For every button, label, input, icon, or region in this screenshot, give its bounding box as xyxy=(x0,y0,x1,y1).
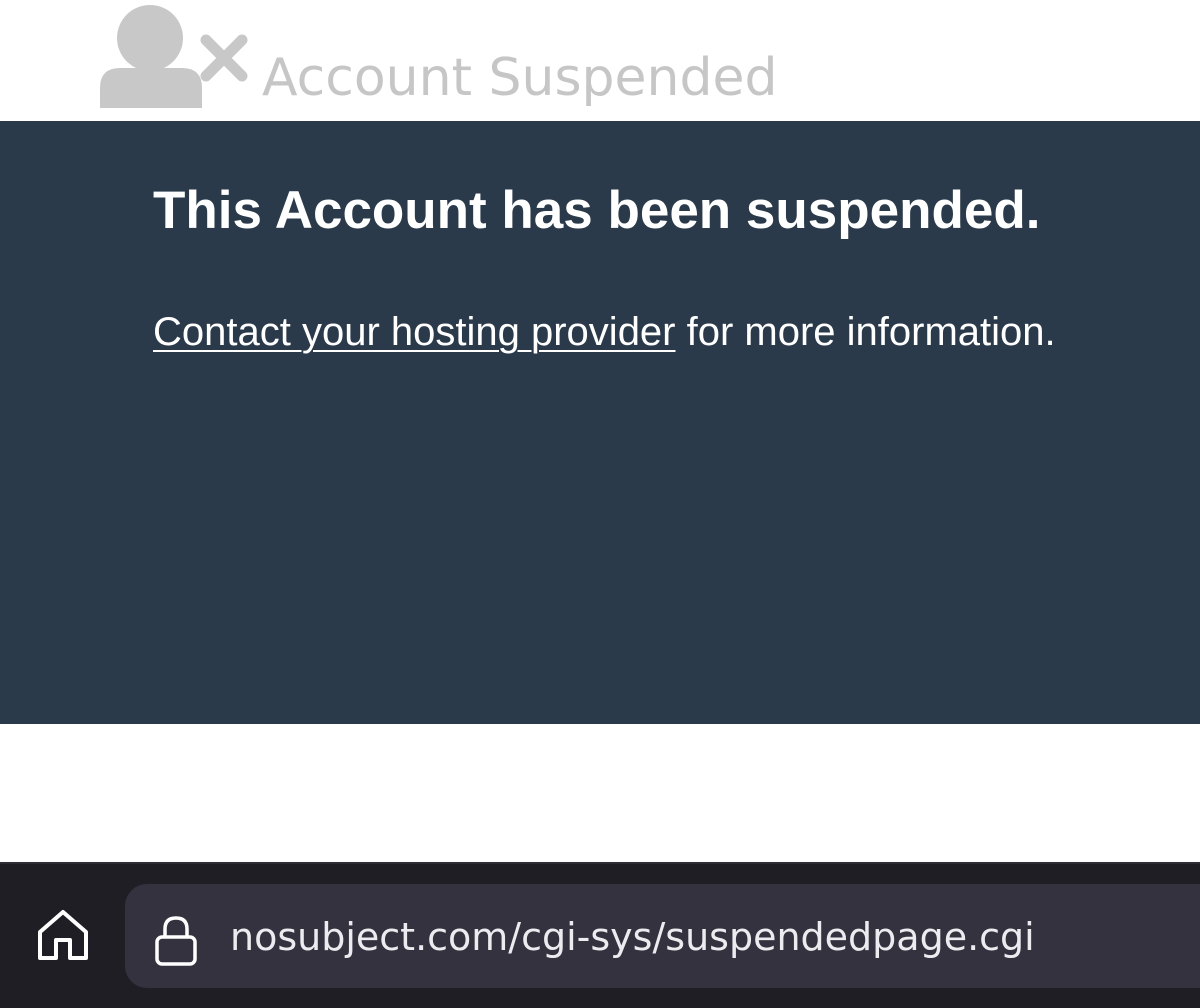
user-remove-icon xyxy=(100,5,248,108)
contact-hosting-provider-link[interactable]: Contact your hosting provider xyxy=(153,310,676,354)
home-icon[interactable] xyxy=(34,908,92,962)
lock-icon xyxy=(155,916,197,966)
browser-bottom-bar: nosubject.com/cgi-sys/suspendedpage.cgi xyxy=(0,862,1200,1008)
header: Account Suspended xyxy=(0,0,1200,121)
url-text[interactable]: nosubject.com/cgi-sys/suspendedpage.cgi xyxy=(230,914,1035,960)
page-title: Account Suspended xyxy=(262,48,778,108)
suspension-notice-panel: This Account has been suspended. Contact… xyxy=(0,121,1200,724)
suspension-heading: This Account has been suspended. xyxy=(153,181,1041,240)
page: Account Suspended This Account has been … xyxy=(0,0,1200,1008)
suspension-message: Contact your hosting provider for more i… xyxy=(153,308,1056,356)
message-rest: for more information. xyxy=(675,310,1056,354)
blank-area xyxy=(0,724,1200,862)
address-bar[interactable]: nosubject.com/cgi-sys/suspendedpage.cgi xyxy=(125,884,1200,988)
